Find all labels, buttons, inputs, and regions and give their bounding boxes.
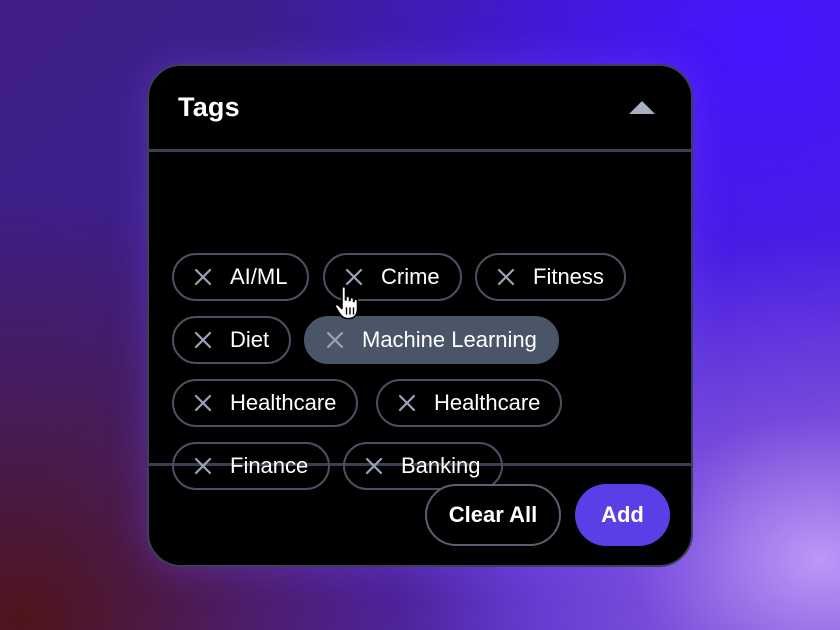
close-icon[interactable] [194, 268, 212, 286]
tag-label: Fitness [533, 264, 604, 289]
tag-chip-hovered[interactable]: Machine Learning [304, 316, 559, 364]
close-icon[interactable] [326, 331, 344, 349]
close-icon[interactable] [194, 331, 212, 349]
close-icon[interactable] [194, 394, 212, 412]
close-icon[interactable] [345, 268, 363, 286]
clear-all-button[interactable]: Clear All [425, 484, 561, 546]
panel-footer: Clear All Add [149, 466, 691, 564]
tag-chip[interactable]: Crime [323, 253, 462, 301]
tag-label: Diet [230, 327, 270, 352]
tag-list: AI/ML Crime Fitness Diet Machine Learnin… [149, 152, 691, 490]
tags-panel: Tags AI/ML Crime Fitness Diet Machine Le… [147, 64, 693, 567]
tag-label: Healthcare [434, 390, 541, 415]
panel-header: Tags [149, 66, 691, 152]
tag-label: Healthcare [230, 390, 337, 415]
tag-chip[interactable]: Diet [172, 316, 292, 364]
chevron-up-icon[interactable] [627, 98, 657, 118]
tag-chip[interactable]: Healthcare [172, 379, 359, 427]
panel-title: Tags [178, 92, 240, 122]
tag-chip[interactable]: Fitness [475, 253, 626, 301]
close-icon[interactable] [398, 394, 416, 412]
tag-label: Machine Learning [362, 327, 537, 352]
close-icon[interactable] [497, 268, 515, 286]
tag-chip[interactable]: AI/ML [172, 253, 310, 301]
add-button[interactable]: Add [575, 484, 670, 546]
tag-label: AI/ML [230, 264, 288, 289]
tag-chip[interactable]: Healthcare [376, 379, 563, 427]
tag-label: Crime [381, 264, 440, 289]
